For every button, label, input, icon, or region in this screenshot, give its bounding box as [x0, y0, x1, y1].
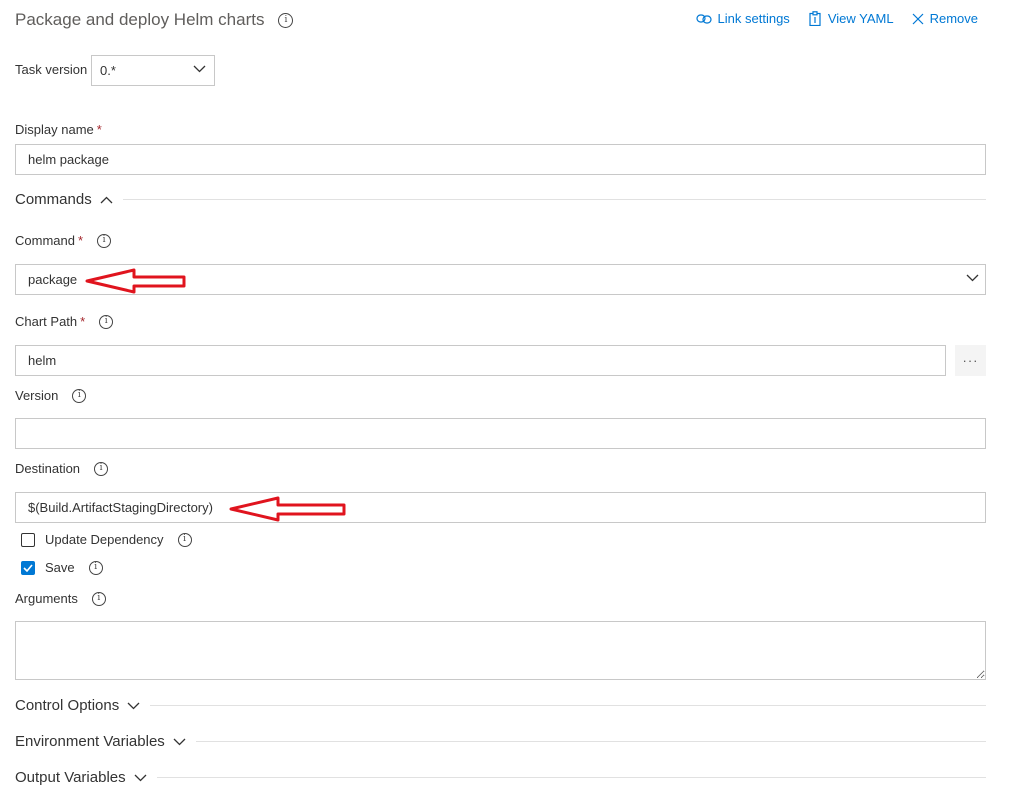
- clipboard-icon: [809, 11, 821, 26]
- display-name-label: Display name *: [15, 122, 102, 137]
- save-label: Save: [45, 560, 75, 575]
- destination-value: $(Build.ArtifactStagingDirectory): [28, 500, 213, 515]
- annotation-arrow: [229, 496, 346, 522]
- commands-section-header[interactable]: Commands: [15, 191, 986, 208]
- version-label-text: Version: [15, 388, 59, 403]
- task-version-value: 0.*: [100, 63, 116, 78]
- info-icon[interactable]: i: [94, 461, 109, 476]
- arguments-textarea[interactable]: [15, 621, 986, 680]
- destination-input[interactable]: $(Build.ArtifactStagingDirectory): [15, 492, 986, 523]
- view-yaml-button[interactable]: View YAML: [808, 11, 894, 26]
- remove-button[interactable]: Remove: [912, 11, 978, 26]
- update-dependency-checkbox[interactable]: [21, 532, 35, 547]
- required-marker: *: [96, 122, 102, 137]
- task-version-label-text: Task version: [15, 62, 88, 77]
- info-icon[interactable]: i: [99, 314, 114, 329]
- link-settings-label: Link settings: [717, 11, 790, 26]
- remove-label: Remove: [929, 11, 978, 26]
- update-dependency-row: Update Dependency i: [21, 532, 192, 547]
- chart-path-value: helm: [28, 353, 57, 368]
- update-dependency-label: Update Dependency: [45, 532, 164, 547]
- info-icon[interactable]: i: [177, 532, 192, 547]
- display-name-label-text: Display name: [15, 122, 94, 137]
- task-title-row: Package and deploy Helm charts i: [15, 10, 294, 30]
- destination-label: Destination i: [15, 461, 109, 476]
- ellipsis-icon: ···: [962, 353, 979, 368]
- task-actions: Link settings View YAML Remove: [695, 11, 978, 26]
- chevron-down-icon: [966, 274, 979, 282]
- environment-variables-title: Environment Variables: [15, 733, 165, 750]
- task-title: Package and deploy Helm charts: [15, 10, 265, 29]
- info-icon[interactable]: i: [88, 560, 103, 575]
- chevron-down-icon: [127, 702, 140, 709]
- annotation-arrow: [85, 268, 186, 294]
- command-value: package: [28, 272, 78, 287]
- chevron-down-icon: [134, 774, 147, 781]
- save-row: Save i: [21, 560, 103, 575]
- link-settings-button[interactable]: Link settings: [695, 11, 790, 26]
- commands-section-title: Commands: [15, 191, 92, 208]
- chevron-down-icon: [173, 738, 186, 745]
- output-variables-header[interactable]: Output Variables: [15, 769, 986, 786]
- checkmark-icon: [23, 563, 33, 572]
- task-version-select[interactable]: 0.*: [91, 55, 215, 86]
- save-checkbox[interactable]: [21, 560, 35, 575]
- destination-label-text: Destination: [15, 461, 81, 476]
- control-options-title: Control Options: [15, 697, 120, 714]
- command-label-text: Command: [15, 233, 75, 248]
- chevron-down-icon: [193, 65, 206, 73]
- info-icon[interactable]: i: [278, 12, 294, 28]
- chart-path-input[interactable]: helm: [15, 345, 946, 376]
- section-divider: [150, 705, 986, 706]
- version-label: Version i: [15, 388, 87, 403]
- view-yaml-label: View YAML: [827, 11, 894, 26]
- arguments-label-text: Arguments: [15, 591, 78, 606]
- chevron-up-icon: [100, 196, 113, 203]
- section-divider: [195, 741, 986, 742]
- required-marker: *: [80, 314, 86, 329]
- browse-button[interactable]: ···: [955, 345, 986, 376]
- display-name-input[interactable]: helm package: [15, 144, 986, 175]
- output-variables-title: Output Variables: [15, 769, 126, 786]
- info-icon[interactable]: i: [91, 591, 106, 606]
- command-label: Command * i: [15, 233, 112, 248]
- info-icon[interactable]: i: [72, 388, 87, 403]
- chart-path-label-text: Chart Path: [15, 314, 78, 329]
- required-marker: *: [77, 233, 84, 248]
- chart-path-label: Chart Path * i: [15, 314, 114, 329]
- info-icon[interactable]: i: [97, 233, 112, 248]
- section-divider: [156, 777, 986, 778]
- link-icon: [695, 13, 712, 24]
- close-icon: [912, 13, 924, 24]
- arguments-label: Arguments i: [15, 591, 106, 606]
- environment-variables-header[interactable]: Environment Variables: [15, 733, 986, 750]
- control-options-header[interactable]: Control Options: [15, 697, 986, 714]
- task-version-label: Task version: [15, 62, 87, 77]
- version-input[interactable]: [15, 418, 986, 449]
- section-divider: [122, 199, 986, 200]
- display-name-value: helm package: [28, 152, 109, 167]
